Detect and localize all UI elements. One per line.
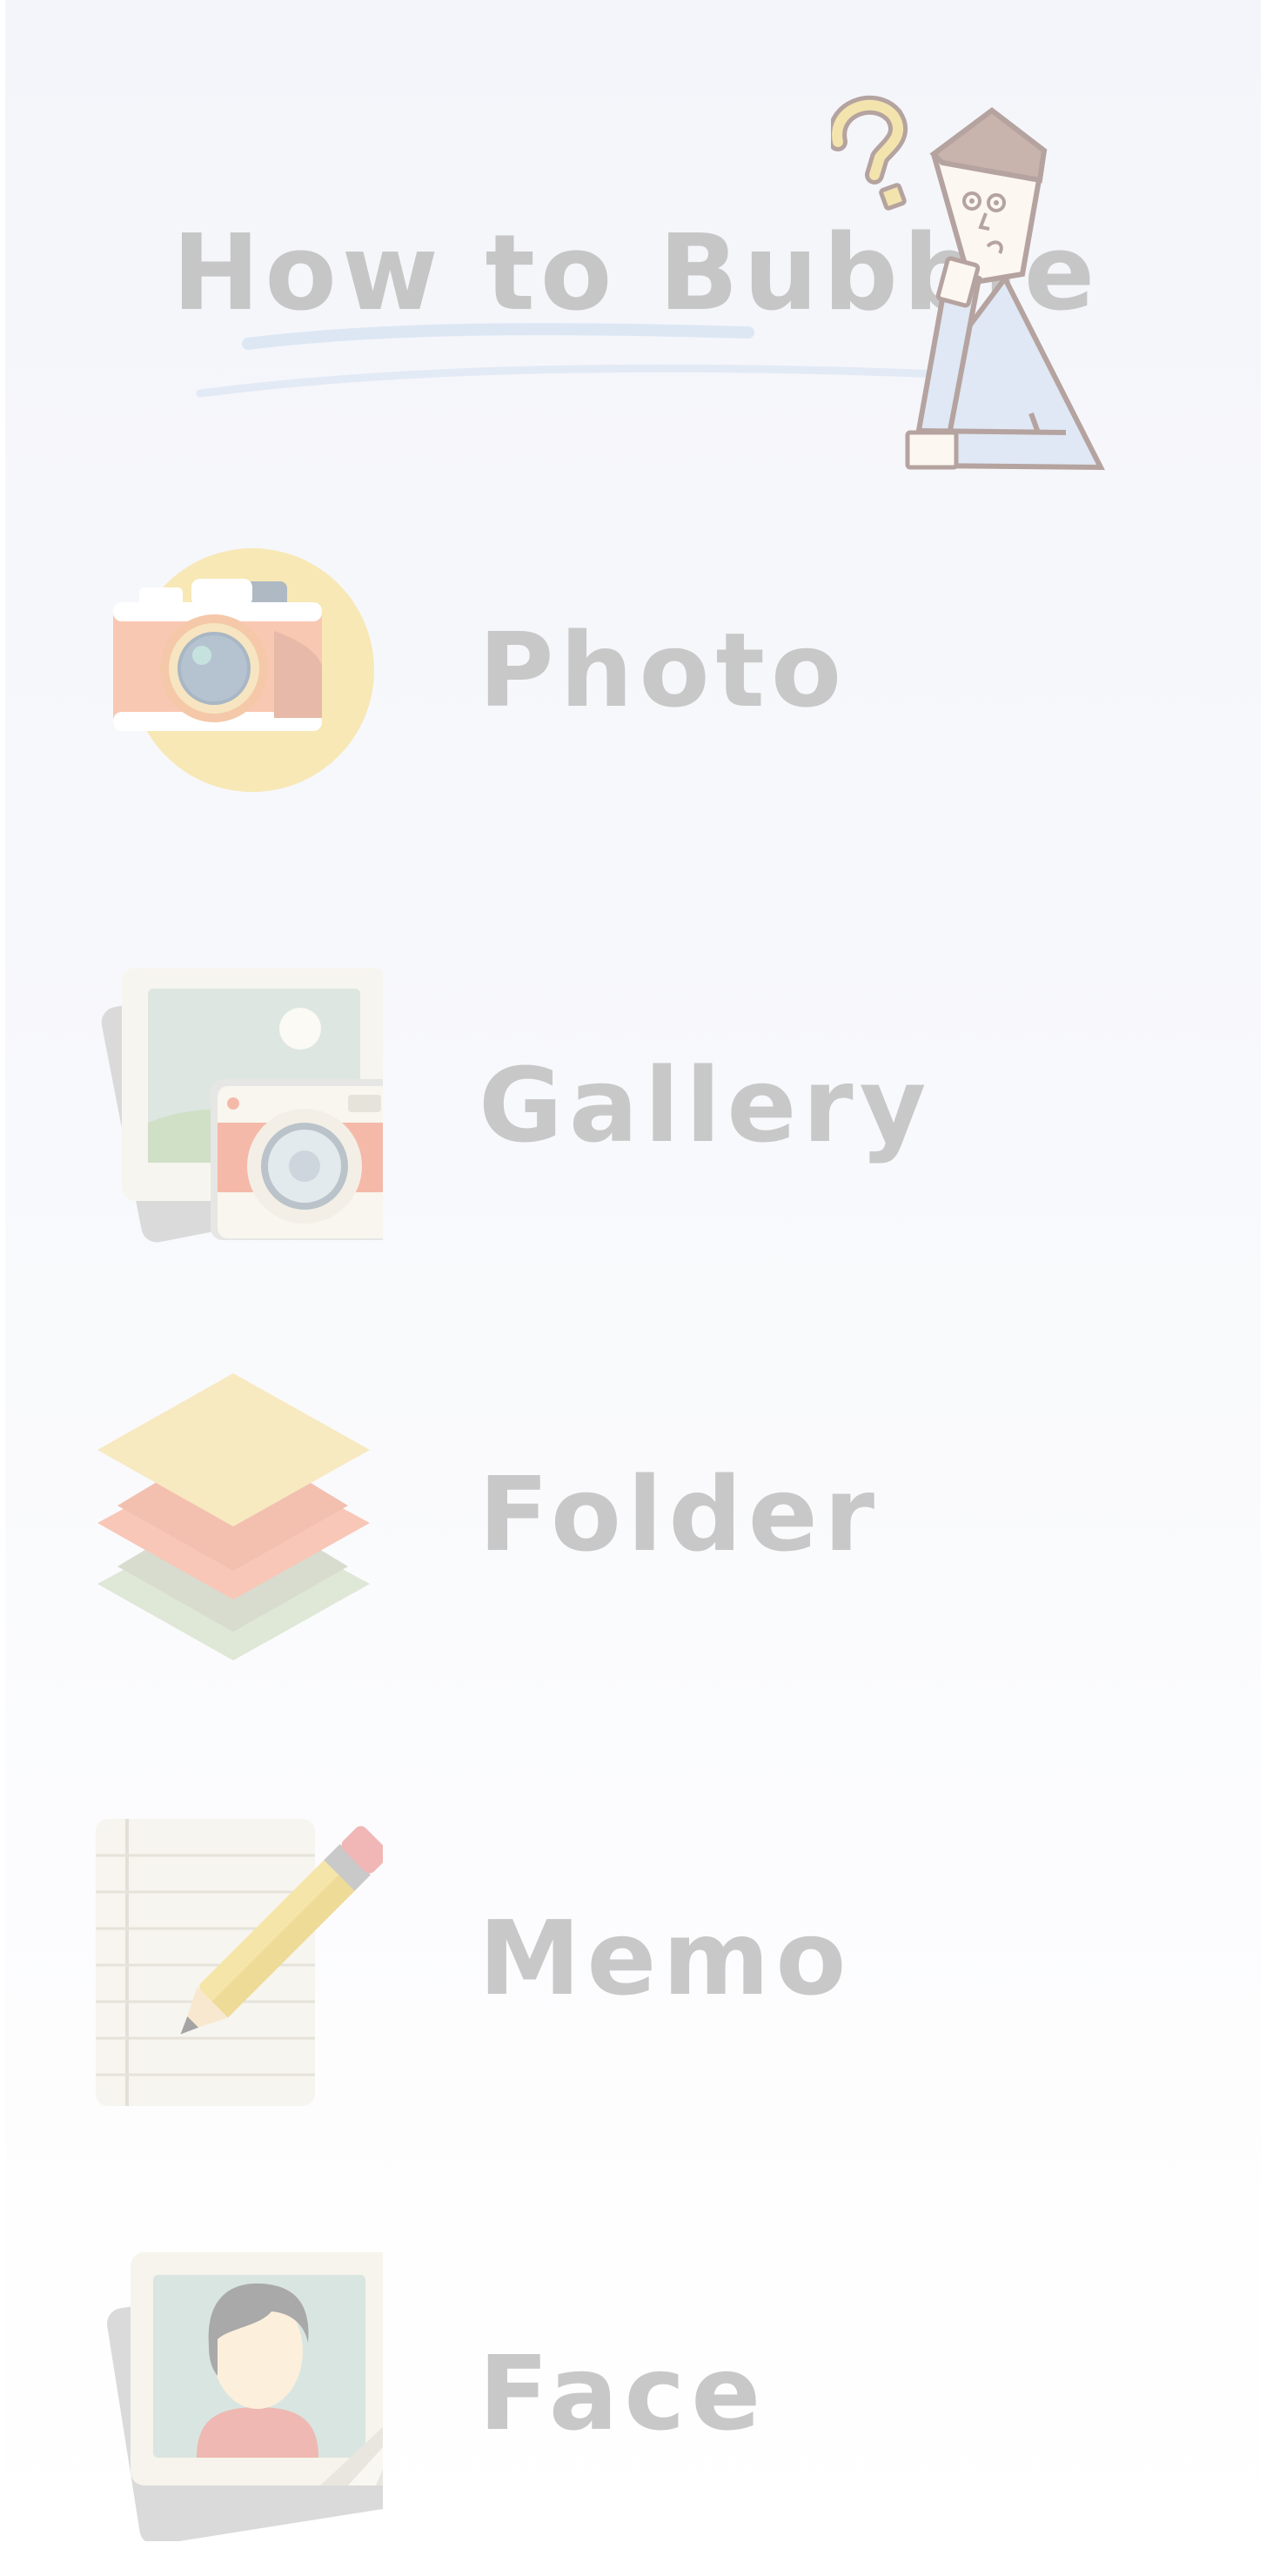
menu-item-label: Gallery <box>479 1045 933 1165</box>
header: How to Bubble <box>0 0 1266 487</box>
gallery-icon <box>87 957 383 1253</box>
thinking-person-icon <box>831 95 1105 471</box>
menu-item-face[interactable]: Face <box>52 2210 1209 2576</box>
camera-icon <box>87 522 383 818</box>
face-portrait-icon <box>87 2245 383 2541</box>
menu-item-photo[interactable]: Photo <box>52 487 1209 853</box>
layers-icon <box>87 1366 383 1662</box>
memo-pencil-icon <box>87 1810 383 2106</box>
menu-item-gallery[interactable]: Gallery <box>52 922 1209 1288</box>
menu-list: Photo Gallery Folder Memo Face <box>0 487 1266 2576</box>
menu-item-memo[interactable]: Memo <box>52 1775 1209 2141</box>
menu-item-folder[interactable]: Folder <box>52 1332 1209 1697</box>
menu-item-label: Folder <box>479 1454 881 1574</box>
menu-item-label: Memo <box>479 1898 853 2018</box>
menu-item-label: Photo <box>479 610 848 730</box>
menu-item-label: Face <box>479 2333 767 2453</box>
